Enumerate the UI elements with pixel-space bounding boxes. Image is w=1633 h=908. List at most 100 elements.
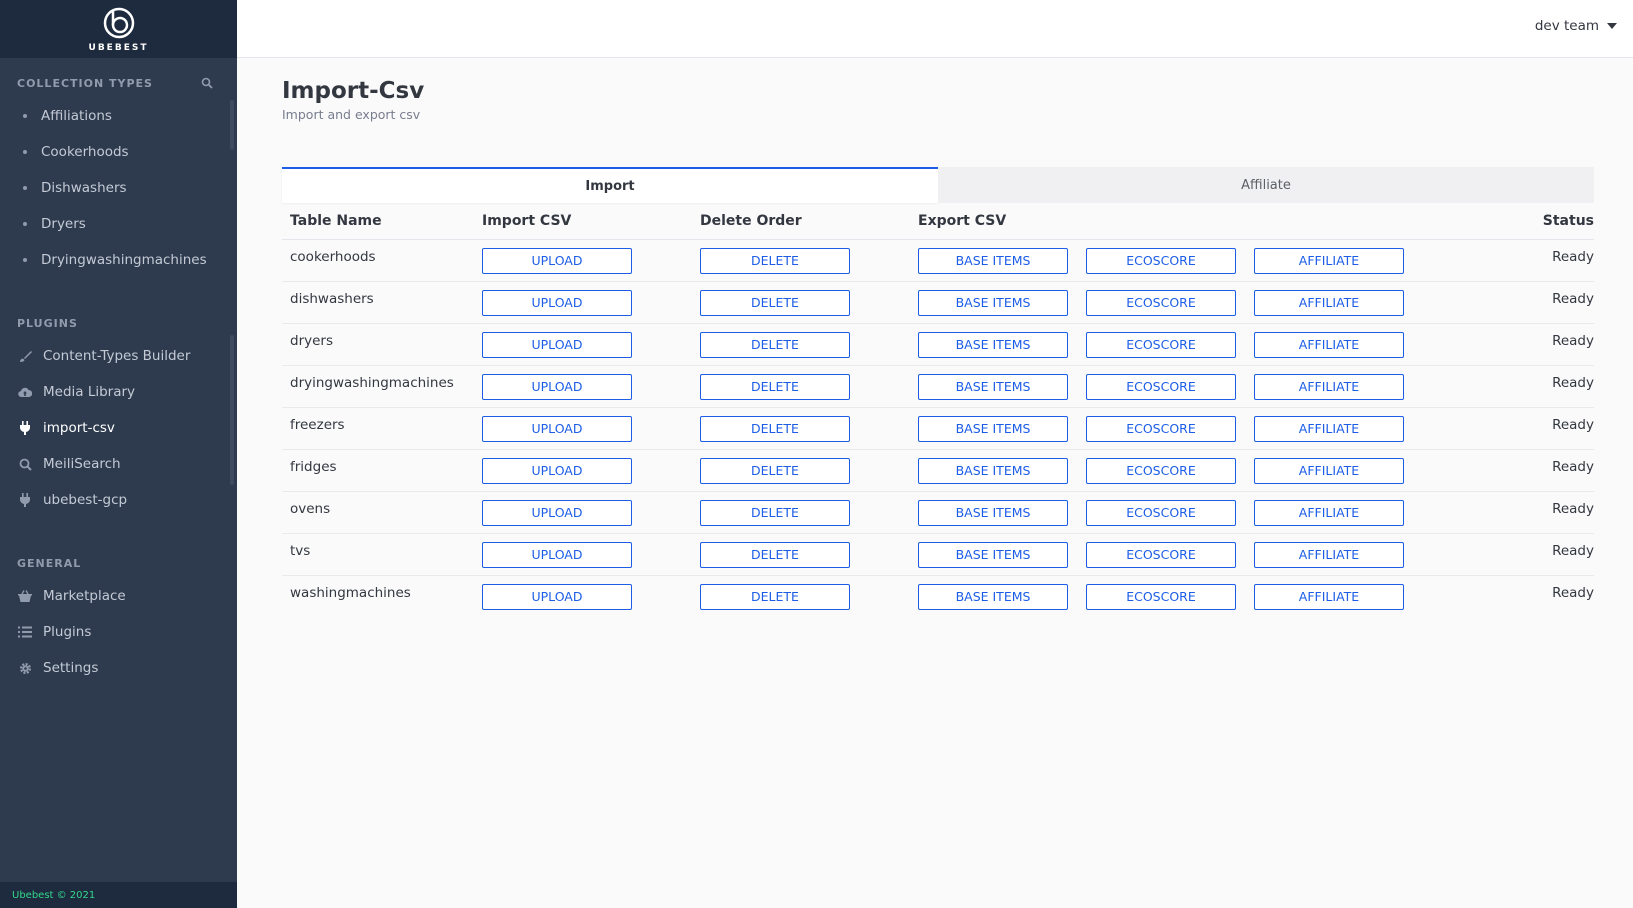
export-buttons: BASE ITEMS ECOSCORE AFFILIATE bbox=[918, 499, 1504, 526]
export-base-items-button[interactable]: BASE ITEMS bbox=[918, 499, 1068, 526]
export-affiliate-button[interactable]: AFFILIATE bbox=[1254, 415, 1404, 442]
upload-button[interactable]: UPLOAD bbox=[482, 499, 632, 526]
export-base-items-button[interactable]: BASE ITEMS bbox=[918, 289, 1068, 316]
export-affiliate-button[interactable]: AFFILIATE bbox=[1254, 289, 1404, 316]
export-affiliate-button[interactable]: AFFILIATE bbox=[1254, 373, 1404, 400]
delete-button[interactable]: DELETE bbox=[700, 499, 850, 526]
export-base-items-button[interactable]: BASE ITEMS bbox=[918, 541, 1068, 568]
sidebar-item-import-csv[interactable]: import-csv bbox=[0, 410, 237, 446]
plug-icon bbox=[18, 421, 32, 435]
export-base-items-button[interactable]: BASE ITEMS bbox=[918, 373, 1068, 400]
upload-button[interactable]: UPLOAD bbox=[482, 331, 632, 358]
export-cell: BASE ITEMS ECOSCORE AFFILIATE bbox=[910, 575, 1504, 617]
sidebar-item-label: Cookerhoods bbox=[41, 144, 129, 160]
scrollbar-thumb[interactable] bbox=[230, 335, 234, 485]
import-cell: UPLOAD bbox=[474, 239, 692, 281]
upload-button[interactable]: UPLOAD bbox=[482, 415, 632, 442]
sidebar-item-label: Dishwashers bbox=[41, 180, 127, 196]
sidebar-item-media-library[interactable]: Media Library bbox=[0, 374, 237, 410]
export-base-items-button[interactable]: BASE ITEMS bbox=[918, 583, 1068, 610]
sidebar-item-content-types-builder[interactable]: Content-Types Builder bbox=[0, 338, 237, 374]
export-affiliate-button[interactable]: AFFILIATE bbox=[1254, 541, 1404, 568]
export-base-items-button[interactable]: BASE ITEMS bbox=[918, 457, 1068, 484]
export-buttons: BASE ITEMS ECOSCORE AFFILIATE bbox=[918, 289, 1504, 316]
delete-button[interactable]: DELETE bbox=[700, 373, 850, 400]
status-cell: Ready bbox=[1552, 584, 1594, 601]
export-ecoscore-button[interactable]: ECOSCORE bbox=[1086, 541, 1236, 568]
export-ecoscore-button[interactable]: ECOSCORE bbox=[1086, 247, 1236, 274]
plug-icon bbox=[18, 493, 32, 507]
status-cell: Ready bbox=[1552, 458, 1594, 475]
sidebar-item-plugins[interactable]: Plugins bbox=[0, 614, 237, 650]
table-name-cell: dryingwashingmachines bbox=[290, 374, 454, 391]
upload-button[interactable]: UPLOAD bbox=[482, 373, 632, 400]
search-icon[interactable] bbox=[201, 77, 213, 89]
export-ecoscore-button[interactable]: ECOSCORE bbox=[1086, 289, 1236, 316]
sidebar-item-ubebest-gcp[interactable]: ubebest-gcp bbox=[0, 482, 237, 518]
upload-button[interactable]: UPLOAD bbox=[482, 247, 632, 274]
top-bar: dev team bbox=[237, 0, 1633, 58]
import-cell: UPLOAD bbox=[474, 533, 692, 575]
export-base-items-button[interactable]: BASE ITEMS bbox=[918, 247, 1068, 274]
sidebar-item-label: Media Library bbox=[43, 384, 136, 400]
tab-import[interactable]: Import bbox=[282, 167, 938, 203]
sidebar-item-label: Dryers bbox=[41, 216, 86, 232]
export-ecoscore-button[interactable]: ECOSCORE bbox=[1086, 373, 1236, 400]
delete-button[interactable]: DELETE bbox=[700, 289, 850, 316]
export-base-items-button[interactable]: BASE ITEMS bbox=[918, 331, 1068, 358]
sidebar-item-cookerhoods[interactable]: Cookerhoods bbox=[0, 134, 237, 170]
export-affiliate-button[interactable]: AFFILIATE bbox=[1254, 499, 1404, 526]
import-cell: UPLOAD bbox=[474, 491, 692, 533]
export-base-items-button[interactable]: BASE ITEMS bbox=[918, 415, 1068, 442]
sidebar-item-dishwashers[interactable]: Dishwashers bbox=[0, 170, 237, 206]
delete-button[interactable]: DELETE bbox=[700, 415, 850, 442]
export-ecoscore-button[interactable]: ECOSCORE bbox=[1086, 331, 1236, 358]
delete-button[interactable]: DELETE bbox=[700, 247, 850, 274]
export-cell: BASE ITEMS ECOSCORE AFFILIATE bbox=[910, 365, 1504, 407]
sidebar-item-settings[interactable]: Settings bbox=[0, 650, 237, 686]
sidebar-item-dryers[interactable]: Dryers bbox=[0, 206, 237, 242]
export-ecoscore-button[interactable]: ECOSCORE bbox=[1086, 499, 1236, 526]
basket-icon bbox=[18, 589, 32, 603]
export-affiliate-button[interactable]: AFFILIATE bbox=[1254, 457, 1404, 484]
delete-button[interactable]: DELETE bbox=[700, 331, 850, 358]
export-ecoscore-button[interactable]: ECOSCORE bbox=[1086, 583, 1236, 610]
general-list: Marketplace Plugins Settings bbox=[0, 578, 237, 686]
status-cell: Ready bbox=[1552, 332, 1594, 349]
delete-cell: DELETE bbox=[692, 533, 910, 575]
upload-button[interactable]: UPLOAD bbox=[482, 541, 632, 568]
export-ecoscore-button[interactable]: ECOSCORE bbox=[1086, 457, 1236, 484]
table-row: ovens UPLOAD DELETE BASE ITEMS ECOSCORE AFFIL… bbox=[282, 491, 1594, 533]
export-affiliate-button[interactable]: AFFILIATE bbox=[1254, 331, 1404, 358]
brand[interactable]: UBEBEST bbox=[0, 0, 237, 58]
sidebar-item-affiliations[interactable]: Affiliations bbox=[0, 98, 237, 134]
export-cell: BASE ITEMS ECOSCORE AFFILIATE bbox=[910, 449, 1504, 491]
sidebar-item-marketplace[interactable]: Marketplace bbox=[0, 578, 237, 614]
cloud-upload-icon bbox=[18, 385, 32, 399]
upload-button[interactable]: UPLOAD bbox=[482, 583, 632, 610]
upload-button[interactable]: UPLOAD bbox=[482, 289, 632, 316]
tab-affiliate[interactable]: Affiliate bbox=[938, 167, 1594, 203]
delete-button[interactable]: DELETE bbox=[700, 457, 850, 484]
user-menu[interactable]: dev team bbox=[1535, 18, 1617, 34]
sidebar-item-dryingwashingmachines[interactable]: Dryingwashingmachines bbox=[0, 242, 237, 278]
sidebar-item-meilisearch[interactable]: MeiliSearch bbox=[0, 446, 237, 482]
export-cell: BASE ITEMS ECOSCORE AFFILIATE bbox=[910, 533, 1504, 575]
export-affiliate-button[interactable]: AFFILIATE bbox=[1254, 247, 1404, 274]
table-row: dishwashers UPLOAD DELETE BASE ITEMS ECOSCOR… bbox=[282, 281, 1594, 323]
header-import-csv: Import CSV bbox=[474, 203, 692, 240]
sidebar: UBEBEST Collection Types Affiliations Co… bbox=[0, 0, 237, 908]
scrollbar-thumb[interactable] bbox=[230, 100, 234, 150]
export-buttons: BASE ITEMS ECOSCORE AFFILIATE bbox=[918, 331, 1504, 358]
table-row: tvs UPLOAD DELETE BASE ITEMS ECOSCORE AFFILIA… bbox=[282, 533, 1594, 575]
delete-button[interactable]: DELETE bbox=[700, 583, 850, 610]
export-affiliate-button[interactable]: AFFILIATE bbox=[1254, 583, 1404, 610]
table-header-row: Table Name Import CSV Delete Order Expor… bbox=[282, 203, 1594, 240]
sidebar-item-label: Plugins bbox=[43, 624, 92, 640]
table-name-cell: washingmachines bbox=[290, 584, 411, 601]
export-ecoscore-button[interactable]: ECOSCORE bbox=[1086, 415, 1236, 442]
import-cell: UPLOAD bbox=[474, 281, 692, 323]
table-row: dryers UPLOAD DELETE BASE ITEMS ECOSCORE AFFI… bbox=[282, 323, 1594, 365]
upload-button[interactable]: UPLOAD bbox=[482, 457, 632, 484]
delete-button[interactable]: DELETE bbox=[700, 541, 850, 568]
